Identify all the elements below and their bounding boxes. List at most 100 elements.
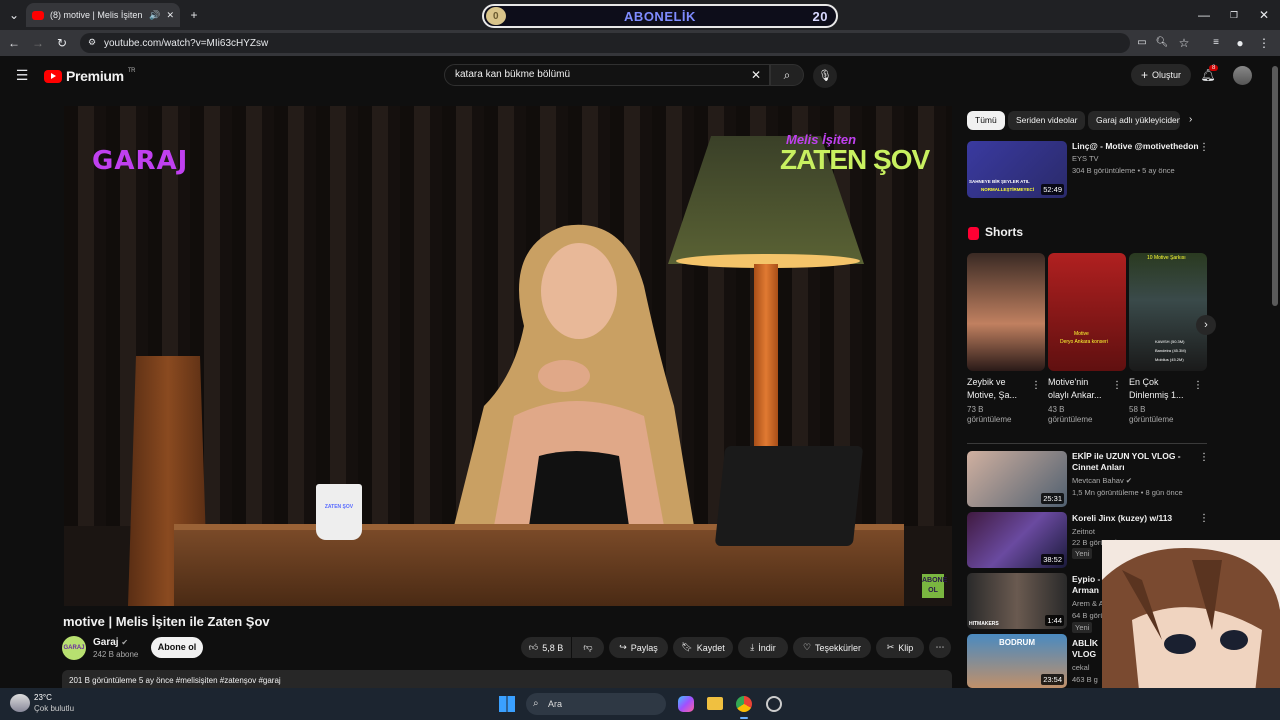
subscribe-button[interactable]: Abone ol xyxy=(151,637,203,658)
minimize-icon[interactable]: — xyxy=(1196,7,1212,23)
tab-search-icon[interactable]: ⌄ xyxy=(6,7,22,23)
speaker-icon[interactable]: 🔊 xyxy=(149,10,160,21)
chip-all[interactable]: Tümü xyxy=(967,111,1005,130)
video-2-kebab-icon[interactable]: ⋮ xyxy=(1199,513,1209,524)
chip-uploader[interactable]: Garaj adlı yükleyiciden xyxy=(1088,111,1180,130)
forward-icon[interactable]: → xyxy=(30,35,46,51)
short-thumbnail-2[interactable]: Motive Deryo Ankara konseri xyxy=(1048,253,1126,371)
top-video-thumbnail[interactable]: SAHNEYE BİR ŞEYLER ATIL NORMALLEŞTİRMEYE… xyxy=(967,141,1067,198)
save-label: Kaydet xyxy=(696,642,725,653)
browser-menu-icon[interactable]: ⋮ xyxy=(1256,35,1272,51)
active-app-indicator xyxy=(740,717,748,719)
account-avatar[interactable] xyxy=(1233,66,1252,85)
video-4-thumbnail[interactable]: BODRUM 23:54 xyxy=(967,634,1067,688)
video-player[interactable]: ZATEN ŞOV GARAJ Melis İşiten ZATEN ŞOV A… xyxy=(64,106,952,606)
notification-count: 8 xyxy=(1209,65,1219,71)
show-logo: Melis İşiten ZATEN ŞOV xyxy=(780,132,930,174)
site-info-icon[interactable]: ⚙ xyxy=(88,37,96,48)
short-3-views-line1: 58 B xyxy=(1129,405,1146,414)
download-button[interactable]: ⤓ İndir xyxy=(738,637,788,658)
video-1-meta: 1,5 Mn görüntüleme • 8 gün önce xyxy=(1072,488,1183,497)
reading-list-icon[interactable]: ≡ xyxy=(1208,35,1224,51)
windows-start-icon[interactable] xyxy=(499,696,515,712)
taskbar-search[interactable]: ⌕ Ara xyxy=(526,693,666,715)
create-button[interactable]: + Oluştur xyxy=(1131,64,1191,86)
chrome-icon[interactable] xyxy=(736,696,752,712)
short-thumbnail-3[interactable]: 10 Motive Şarkısı KAWSH (50.3M) Bandeira… xyxy=(1129,253,1207,371)
tab-close-icon[interactable]: ✕ xyxy=(166,10,174,21)
video-4-title[interactable]: ABLİK VLOG xyxy=(1072,638,1098,660)
tab-title: (8) motive | Melis İşiten ile Z xyxy=(50,10,143,20)
description-box[interactable]: 201 B görüntüleme 5 ay önce #melisişiten… xyxy=(62,670,952,690)
app-icon[interactable] xyxy=(766,696,782,712)
verified-icon: ✔ xyxy=(121,638,129,647)
video-2-thumbnail[interactable]: 38:52 xyxy=(967,512,1067,568)
bookmark-star-icon[interactable]: ☆ xyxy=(1176,35,1192,51)
reload-icon[interactable]: ↻ xyxy=(54,35,70,51)
video-1-channel[interactable]: Mevtcan Bahav ✔ xyxy=(1072,475,1132,486)
short-title-2[interactable]: Motive'nin olaylı Ankar... xyxy=(1048,376,1112,402)
short-thumbnail-1[interactable] xyxy=(967,253,1045,371)
clip-button[interactable]: ✂ Klip xyxy=(876,637,924,658)
like-button[interactable]: 👍︎ 5,8 B xyxy=(521,637,571,658)
video-1-thumbnail[interactable]: 25:31 xyxy=(967,451,1067,507)
url-text: youtube.com/watch?v=MIi63cHYZsw xyxy=(104,37,269,49)
weather-temperature[interactable]: 23°C xyxy=(34,693,52,702)
host-person xyxy=(454,224,694,526)
scrollbar-thumb[interactable] xyxy=(1272,66,1278,306)
short-2-kebab-icon[interactable]: ⋮ xyxy=(1112,380,1122,391)
channel-avatar[interactable]: GARAJ xyxy=(62,636,86,660)
taskbar-search-label: Ara xyxy=(548,699,563,709)
video-4-channel[interactable]: cekal xyxy=(1072,662,1090,673)
browser-tab[interactable]: (8) motive | Melis İşiten ile Z 🔊 ✕ xyxy=(26,3,180,27)
subscriber-count: 242 B abone xyxy=(93,650,139,659)
search-input[interactable]: katara kan bükme bölümü ✕ xyxy=(444,64,770,86)
close-window-icon[interactable]: ✕ xyxy=(1256,7,1272,23)
video-3-thumbnail[interactable]: HITMAKERS 1:44 xyxy=(967,573,1067,629)
thanks-button[interactable]: ♡ Teşekkürler xyxy=(793,637,871,658)
profile-icon[interactable]: ● xyxy=(1232,35,1248,51)
more-actions-button[interactable]: ⋯ xyxy=(929,637,951,658)
share-button[interactable]: ↪ Paylaş xyxy=(609,637,668,658)
thumb-caption-2: NORMALLEŞTİRMEYECİ xyxy=(981,187,1035,192)
video-4-thumb-caption: BODRUM xyxy=(999,638,1035,647)
short-title-3[interactable]: En Çok Dinlenmiş 1... xyxy=(1129,376,1193,402)
goal-count: 20 xyxy=(812,9,828,24)
cast-icon[interactable]: ▭ xyxy=(1134,35,1150,51)
video-2-channel[interactable]: Zeitnot xyxy=(1072,526,1095,537)
chip-series[interactable]: Seriden videolar xyxy=(1008,111,1086,130)
url-field[interactable]: ⚙ youtube.com/watch?v=MIi63cHYZsw xyxy=(80,33,1130,53)
youtube-logo[interactable]: Premium TR xyxy=(44,68,136,84)
zoom-icon[interactable]: 🔍︎ xyxy=(1154,35,1170,51)
video-3-channel[interactable]: Arem & A xyxy=(1072,598,1104,609)
video-2-title[interactable]: Koreli Jinx (kuzey) w/113 xyxy=(1072,513,1172,524)
hamburger-menu-icon[interactable]: ☰ xyxy=(14,67,30,83)
top-video-channel[interactable]: EYS TV xyxy=(1072,153,1099,164)
restore-icon[interactable]: ❐ xyxy=(1226,7,1242,23)
voice-search-button[interactable]: 🎙︎ xyxy=(813,64,837,88)
clip-label: Klip xyxy=(898,642,914,653)
video-1-title[interactable]: EKİP ile UZUN YOL VLOG - Cinnet Anları xyxy=(1072,451,1181,473)
channel-name[interactable]: Garaj ✔ xyxy=(93,637,128,648)
subscriber-goal-bar: 0 ABONELİK 20 xyxy=(482,4,838,28)
chips-next-icon[interactable]: › xyxy=(1189,114,1192,125)
shorts-next-button[interactable]: › xyxy=(1196,315,1216,335)
dislike-button[interactable]: 👎︎ xyxy=(572,637,604,658)
search-button[interactable]: ⌕ xyxy=(770,64,804,86)
short-views-1: 73 Bgörüntüleme xyxy=(967,405,1011,425)
new-tab-icon[interactable]: + xyxy=(186,7,202,23)
kebab-icon[interactable]: ⋮ xyxy=(1199,142,1209,153)
short-1-kebab-icon[interactable]: ⋮ xyxy=(1031,380,1041,391)
video-1-kebab-icon[interactable]: ⋮ xyxy=(1199,452,1209,463)
copilot-icon[interactable] xyxy=(678,696,694,712)
like-count: 5,8 B xyxy=(542,642,564,653)
clear-search-icon[interactable]: ✕ xyxy=(751,65,761,85)
top-video-title[interactable]: Linç@ - Motive @motivethedon xyxy=(1072,141,1199,152)
save-button[interactable]: 🔖︎ Kaydet xyxy=(673,637,733,658)
back-icon[interactable]: ← xyxy=(6,35,22,51)
short-title-1[interactable]: Zeybik ve Motive, Şa... xyxy=(967,376,1031,402)
file-explorer-icon[interactable] xyxy=(707,697,723,710)
taskbar-search-icon: ⌕ xyxy=(533,698,539,709)
short-3-kebab-icon[interactable]: ⋮ xyxy=(1193,380,1203,391)
weather-icon[interactable] xyxy=(10,694,30,712)
